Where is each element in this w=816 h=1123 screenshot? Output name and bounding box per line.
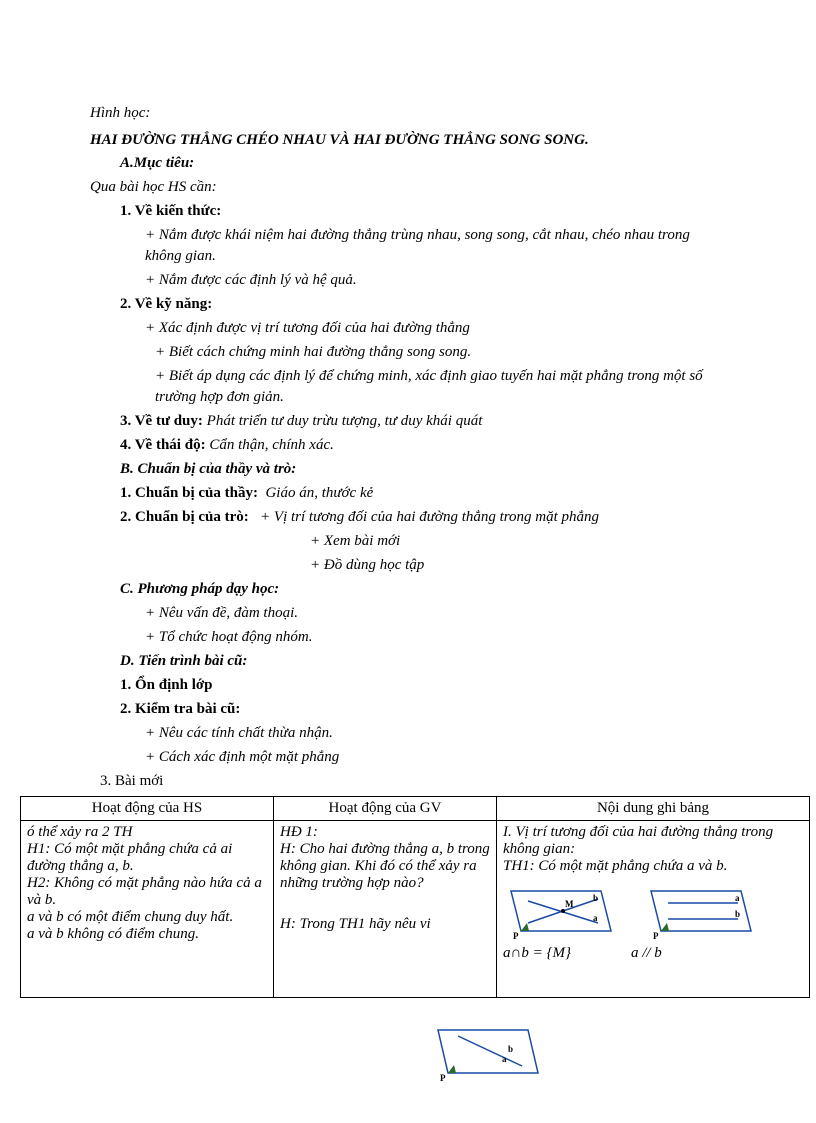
d1: 1. Ổn định lớp [90,675,726,696]
section-d-heading: D. Tiến trình bài cũ: [90,651,726,672]
page-title: HAI ĐƯỜNG THẲNG CHÉO NHAU VÀ HAI ĐƯỜNG T… [90,132,726,149]
th-board: Nội dung ghi bảng [497,797,810,821]
a2-heading: 2. Về kỹ năng: [90,294,726,315]
svg-text:M: M [565,899,574,909]
cell-board: I. Vị trí tương đối của hai đường thẳng … [497,821,810,998]
subject-label: Hình học: [90,103,726,124]
b2: 2. Chuẩn bị của trò: + Vị trí tương đối … [90,507,726,528]
d2b: + Cách xác định một mặt phẳng [90,747,726,768]
svg-text:b: b [593,893,598,903]
a1-heading: 1. Về kiến thức: [90,201,726,222]
svg-text:a: a [593,913,598,923]
a3: 3. Về tư duy: Phát triển tư duy trừu tượ… [90,411,726,432]
section-a-intro: Qua bài học HS cần: [90,177,726,198]
svg-text:P: P [513,931,519,941]
diagram-row: M a b P a b P [503,881,803,941]
svg-text:a: a [502,1054,507,1064]
b1: 1. Chuẩn bị của thầy: Giáo án, thước kẻ [90,483,726,504]
svg-text:P: P [440,1073,446,1083]
a2-p3: + Biết áp dụng các định lý để chứng minh… [90,366,726,408]
cell-hs: ó thể xảy ra 2 TH H1: Có một mặt phẳng c… [21,821,274,998]
c-p1: + Nêu vấn đề, đàm thoại. [90,603,726,624]
a1-p1: + Nắm được khái niệm hai đường thẳng trù… [90,225,726,267]
b2b: + Xem bài mới [90,531,726,552]
a2-p1: + Xác định được vị trí tương đối của hai… [90,318,726,339]
diagram-parallel: a b P [643,881,763,941]
svg-text:P: P [653,931,659,941]
d3: 3. Bài mới [90,771,726,792]
cell-gv: HĐ 1: H: Cho hai đường thẳng a, b trong … [274,821,497,998]
svg-text:b: b [735,909,740,919]
section-b-heading: B. Chuẩn bị của thầy và trò: [90,459,726,480]
th-hs: Hoạt động của HS [21,797,274,821]
a2-p2: + Biết cách chứng minh hai đường thẳng s… [90,342,726,363]
th-gv: Hoạt động của GV [274,797,497,821]
diagram-coincident: b a P [430,1018,726,1083]
d2a: + Nêu các tính chất thừa nhận. [90,723,726,744]
a4: 4. Về thái độ: Cẩn thận, chính xác. [90,435,726,456]
a1-p2: + Nắm được các định lý và hệ quả. [90,270,726,291]
b2c: + Đồ dùng học tập [90,555,726,576]
diagram-intersect: M a b P [503,881,623,941]
section-c-heading: C. Phương pháp dạy học: [90,579,726,600]
section-a-heading: A.Mục tiêu: [90,153,726,174]
c-p2: + Tổ chức hoạt động nhóm. [90,627,726,648]
d2: 2. Kiểm tra bài cũ: [90,699,726,720]
svg-text:b: b [508,1044,513,1054]
activity-table: Hoạt động của HS Hoạt động của GV Nội du… [20,796,810,998]
svg-text:a: a [735,893,740,903]
